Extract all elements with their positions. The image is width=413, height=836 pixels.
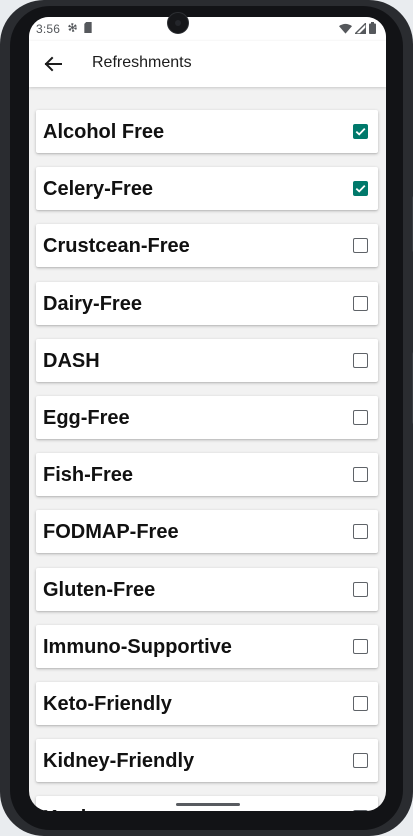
diet-option-checkbox[interactable]	[353, 696, 368, 711]
phone-frame: 3:56 Refreshments Alcohol Free Celery-Fr…	[0, 0, 413, 836]
back-button[interactable]	[41, 52, 65, 76]
diet-option-row[interactable]: Gluten-Free	[36, 568, 378, 611]
checkmark-icon	[355, 127, 366, 136]
diet-option-label: Kidney-Friendly	[43, 750, 195, 772]
app-bar: Refreshments	[29, 41, 386, 87]
diet-option-label: Keto-Friendly	[43, 693, 172, 715]
diet-option-label: DASH	[43, 350, 100, 372]
diet-option-row[interactable]: Egg-Free	[36, 396, 378, 439]
diet-option-label: Alcohol Free	[43, 121, 165, 143]
diet-option-checkbox[interactable]	[353, 524, 368, 539]
diet-option-row[interactable]: Immuno-Supportive	[36, 625, 378, 668]
battery-icon	[369, 22, 376, 34]
signal-icon	[355, 22, 366, 34]
diet-option-label: Gluten-Free	[43, 579, 156, 601]
diet-option-checkbox[interactable]	[353, 296, 368, 311]
diet-list[interactable]: Alcohol Free Celery-Free Crustcean-Free Dai…	[29, 87, 386, 811]
diet-option-row[interactable]: Kidney-Friendly	[36, 739, 378, 782]
diet-option-row[interactable]: Celery-Free	[36, 167, 378, 210]
diet-option-row[interactable]: DASH	[36, 339, 378, 382]
diet-option-label: Crustcean-Free	[43, 235, 190, 257]
diet-option-checkbox[interactable]	[353, 181, 368, 196]
wifi-icon	[339, 23, 352, 34]
diet-option-label: FODMAP-Free	[43, 521, 179, 543]
gear-icon	[68, 23, 77, 32]
status-icons-left	[67, 22, 93, 33]
screen: 3:56 Refreshments Alcohol Free Celery-Fr…	[29, 17, 386, 811]
status-time: 3:56	[36, 22, 61, 36]
diet-option-checkbox[interactable]	[353, 467, 368, 482]
diet-option-row[interactable]: Fish-Free	[36, 453, 378, 496]
diet-option-row[interactable]: Dairy-Free	[36, 282, 378, 325]
diet-option-checkbox[interactable]	[353, 410, 368, 425]
checkmark-icon	[355, 184, 366, 193]
diet-option-checkbox[interactable]	[353, 639, 368, 654]
diet-option-label: Celery-Free	[43, 178, 154, 200]
diet-option-checkbox[interactable]	[353, 810, 368, 811]
page-title: Refreshments	[92, 54, 192, 71]
diet-option-row[interactable]: Alcohol Free	[36, 110, 378, 153]
status-bar: 3:56	[29, 17, 386, 41]
diet-option-label: Immuno-Supportive	[43, 636, 232, 658]
diet-option-checkbox[interactable]	[353, 582, 368, 597]
gesture-nav-handle[interactable]	[176, 803, 240, 806]
diet-option-checkbox[interactable]	[353, 124, 368, 139]
diet-option-label: Egg-Free	[43, 407, 130, 429]
diet-option-label: Fish-Free	[43, 464, 134, 486]
diet-option-row[interactable]: Keto-Friendly	[36, 682, 378, 725]
diet-option-row[interactable]: Crustcean-Free	[36, 224, 378, 267]
sd-card-icon	[84, 22, 92, 33]
arrow-left-icon	[44, 56, 62, 72]
diet-option-checkbox[interactable]	[353, 753, 368, 768]
diet-option-label: Kosher	[43, 807, 112, 811]
front-camera	[167, 12, 189, 34]
diet-option-row[interactable]: FODMAP-Free	[36, 510, 378, 553]
status-icons-right	[339, 22, 376, 34]
diet-option-checkbox[interactable]	[353, 238, 368, 253]
diet-option-checkbox[interactable]	[353, 353, 368, 368]
diet-option-label: Dairy-Free	[43, 293, 142, 315]
